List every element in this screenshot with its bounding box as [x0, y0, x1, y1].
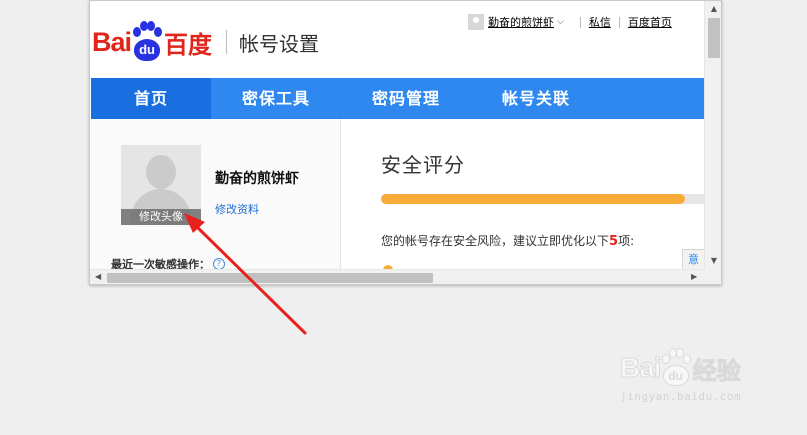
- baidu-logo[interactable]: Bai du 百度 帐号设置: [92, 21, 319, 63]
- feedback-side-tab[interactable]: 意: [682, 249, 704, 271]
- user-name-link[interactable]: 勤奋的煎饼虾: [488, 14, 554, 30]
- horizontal-scrollbar[interactable]: ◀ ▶: [90, 269, 704, 284]
- link-divider: [618, 16, 620, 28]
- user-links: 勤奋的煎饼虾 ⌵ 私信 百度首页: [468, 14, 672, 30]
- vertical-scroll-thumb[interactable]: [708, 18, 720, 58]
- security-score-title: 安全评分: [381, 153, 465, 177]
- watermark-logo: Bai du 经验: [620, 348, 741, 388]
- vertical-scrollbar[interactable]: ▲ ▼: [704, 1, 721, 269]
- watermark-paw-icon: du: [661, 348, 691, 388]
- scroll-down-arrow-icon[interactable]: ▼: [705, 256, 721, 265]
- scroll-up-arrow-icon[interactable]: ▲: [705, 4, 721, 13]
- chevron-down-icon[interactable]: ⌵: [557, 17, 564, 27]
- watermark-url: jingyan.baidu.com: [620, 390, 742, 403]
- logo-text: Bai: [92, 26, 132, 57]
- main-nav: 首页 密保工具 密码管理 帐号关联: [91, 78, 704, 119]
- scroll-right-arrow-icon[interactable]: ▶: [691, 272, 697, 281]
- paw-icon: du: [132, 21, 163, 63]
- tab-account-linking[interactable]: 帐号关联: [471, 78, 601, 119]
- browser-window: Bai du 百度 帐号设置 勤奋的煎饼虾 ⌵ 私信 百度首页 首页 密保工具 …: [89, 0, 722, 285]
- edit-profile-link[interactable]: 修改资料: [215, 201, 259, 217]
- security-score-bar: [381, 194, 704, 204]
- watermark-cn-text: 经验: [692, 356, 741, 385]
- scrollbar-corner: [704, 269, 721, 284]
- watermark-paw-text: du: [662, 365, 689, 386]
- risk-message: 您的帐号存在安全风险，建议立即优化以下5项:: [381, 232, 634, 249]
- tab-password-management[interactable]: 密码管理: [341, 78, 471, 119]
- security-score-fill: [381, 194, 685, 204]
- watermark: Bai du 经验 jingyan.baidu.com: [620, 348, 741, 403]
- security-panel: 安全评分 您的帐号存在安全风险，建议立即优化以下5项: 意: [341, 119, 704, 271]
- risk-count: 5: [609, 234, 619, 249]
- change-avatar-button[interactable]: 修改头像: [121, 209, 201, 225]
- risk-message-prefix: 您的帐号存在安全风险，建议立即优化以下: [381, 234, 610, 248]
- tab-home[interactable]: 首页: [91, 78, 211, 119]
- nickname: 勤奋的煎饼虾: [215, 171, 299, 187]
- avatar[interactable]: 修改头像: [121, 145, 201, 225]
- header: Bai du 百度 帐号设置 勤奋的煎饼虾 ⌵ 私信 百度首页: [90, 1, 704, 78]
- avatar-placeholder-head: [146, 155, 176, 189]
- baidu-home-link[interactable]: 百度首页: [628, 14, 672, 30]
- scroll-left-arrow-icon[interactable]: ◀: [95, 272, 101, 281]
- risk-message-suffix: 项:: [618, 234, 635, 248]
- page-title: 帐号设置: [239, 31, 320, 56]
- horizontal-scroll-thumb[interactable]: [107, 273, 433, 283]
- paw-text: du: [134, 39, 161, 61]
- logo-cn-text: 百度: [164, 30, 213, 59]
- main-content: 修改头像 勤奋的煎饼虾 修改资料 最近一次敏感操作： ? 安全评分 您的帐号存在…: [91, 119, 704, 271]
- logo-divider: [226, 30, 228, 54]
- watermark-logo-text: Bai: [620, 352, 663, 384]
- messages-link[interactable]: 私信: [589, 14, 611, 30]
- user-avatar-icon[interactable]: [468, 14, 484, 30]
- profile-panel: 修改头像 勤奋的煎饼虾 修改资料 最近一次敏感操作： ?: [91, 119, 341, 271]
- tab-security-tools[interactable]: 密保工具: [211, 78, 341, 119]
- link-divider: [579, 16, 581, 28]
